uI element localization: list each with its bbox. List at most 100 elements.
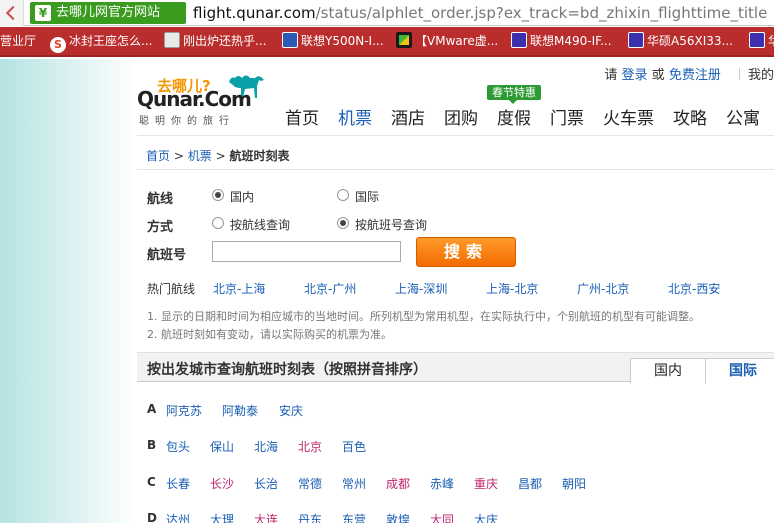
city-link[interactable]: 北海 [254,438,278,455]
search-button[interactable]: 搜索 [416,237,516,267]
mode-by-route-radio[interactable] [212,217,224,229]
city-link[interactable]: 赤峰 [430,475,454,492]
letter-index: B [147,438,157,452]
logo-brand: Qunar.Com [137,87,252,111]
mode-label: 方式 [147,220,174,235]
city-link[interactable]: 包头 [166,438,190,455]
yen-icon: ¥ [35,5,51,21]
nav-item-tickets[interactable]: 门票 [550,104,584,129]
city-link[interactable]: 成都 [386,475,410,492]
my-account-link[interactable]: 我的 [748,68,774,83]
city-section-header: 按出发城市查询航班时刻表（按照拼音排序） 国内 国际 [137,352,774,384]
city-link[interactable]: 重庆 [474,475,498,492]
hot-route-link[interactable]: 上海-深圳 [395,280,447,297]
s-logo-icon: S [50,37,66,53]
city-link[interactable]: 阿勒泰 [222,402,258,419]
back-arrow-icon[interactable] [0,0,24,26]
route-label: 航线 [147,192,174,207]
city-link[interactable]: 朝阳 [562,475,586,492]
flight-number-input[interactable] [212,241,401,262]
city-link[interactable]: 常德 [298,475,322,492]
nav-item-trains[interactable]: 火车票 [603,104,654,129]
lenovo-icon [628,32,644,48]
route-international-label[interactable]: 国际 [355,188,379,205]
city-link[interactable]: 大同 [430,511,454,523]
lenovo-icon [282,32,298,48]
url-path: /status/alphlet_order.jsp?ex_track=bd_zh… [315,4,768,22]
route-domestic-radio[interactable] [212,189,224,201]
letter-index: A [147,402,157,416]
city-link[interactable]: 敦煌 [386,511,410,523]
url-field[interactable]: flight.qunar.com/status/alphlet_order.js… [193,3,767,23]
bookmarks-bar: 营业厅 S 冰封王座怎么... 刚出炉还热乎... 联想Y500N-I... 【V… [0,27,774,57]
bookmark-item[interactable]: 华 [749,27,774,55]
bookmark-item[interactable]: 【VMware虚... [396,27,498,55]
bookmark-item[interactable]: 联想M490-IF... [511,27,612,55]
city-link[interactable]: 安庆 [279,402,303,419]
account-links: 请 登录 或 免费注册 我的 [604,68,774,83]
city-link[interactable]: 阿克苏 [166,402,202,419]
site-title: 去哪儿网官方网站 [56,5,161,20]
breadcrumb-home[interactable]: 首页 [146,149,170,163]
site-identity-chip[interactable]: ¥ 去哪儿网官方网站 [30,2,186,24]
breadcrumb-current: 航班时刻表 [229,149,290,163]
tab-domestic[interactable]: 国内 [630,358,706,384]
letter-index: C [147,475,156,489]
city-section-title: 按出发城市查询航班时刻表（按照拼音排序） [147,362,427,378]
city-link[interactable]: 大连 [254,511,278,523]
bookmark-item[interactable]: 华硕A56XI33... [628,27,733,55]
nav-item-guides[interactable]: 攻略 [673,104,707,129]
hot-route-link[interactable]: 北京-广州 [304,280,356,297]
bookmark-item[interactable]: 营业厅 [0,27,36,55]
city-link[interactable]: 大庆 [474,511,498,523]
city-link[interactable]: 常州 [342,475,366,492]
hot-route-link[interactable]: 北京-上海 [213,280,265,297]
tab-international[interactable]: 国际 [705,358,774,383]
nav-item-vacation[interactable]: 度假 [497,104,531,129]
bookmark-item[interactable]: 刚出炉还热乎... [164,27,266,55]
note-line: 2. 航班时刻如有变动，请以实际购买的机票为准。 [147,328,392,341]
city-link[interactable]: 东营 [342,511,366,523]
nav-item-groupbuy[interactable]: 团购 [444,104,478,129]
nav-item-apartments[interactable]: 公寓 [726,104,760,129]
register-link[interactable]: 免费注册 [669,68,721,83]
breadcrumb-flights[interactable]: 机票 [188,149,212,163]
breadcrumb-divider [137,169,774,170]
nav-item-hotels[interactable]: 酒店 [391,104,425,129]
route-international-radio[interactable] [337,189,349,201]
hot-route-link[interactable]: 上海-北京 [486,280,538,297]
hot-route-link[interactable]: 北京-西安 [668,280,720,297]
breadcrumb: 首页 > 机票 > 航班时刻表 [146,149,290,163]
city-link[interactable]: 昌都 [518,475,542,492]
header-divider [137,135,774,136]
hot-routes-label: 热门航线 [147,282,196,296]
mode-by-flight-radio[interactable] [337,217,349,229]
city-link[interactable]: 大理 [210,511,234,523]
city-link[interactable]: 北京 [298,438,322,455]
flight-number-label: 航班号 [147,248,187,263]
divider [738,68,740,80]
bookmark-item[interactable]: 联想Y500N-I... [282,27,384,55]
bookmark-item[interactable]: S 冰封王座怎么... [50,27,152,55]
mode-by-flight-label[interactable]: 按航班号查询 [355,216,427,233]
city-link[interactable]: 长治 [254,475,278,492]
qunar-logo[interactable]: 去哪儿? Qunar.Com 聪明你的旅行 [137,70,272,128]
route-domestic-label[interactable]: 国内 [230,188,254,205]
city-link[interactable]: 长春 [166,475,190,492]
browser-address-bar: ¥ 去哪儿网官方网站 flight.qunar.com/status/alphl… [0,0,774,26]
generic-page-icon [164,32,180,48]
lenovo-icon [511,32,527,48]
nav-item-flights[interactable]: 机票 [338,104,372,129]
mode-by-route-label[interactable]: 按航线查询 [230,216,290,233]
city-link[interactable]: 丹东 [298,511,322,523]
login-link[interactable]: 登录 [622,68,648,83]
note-line: 1. 显示的日期和时间为相应城市的当地时间。所列机型为常用机型，在实际执行中，个… [147,310,700,323]
hot-route-link[interactable]: 广州-北京 [577,280,629,297]
city-link[interactable]: 长沙 [210,475,234,492]
city-link[interactable]: 保山 [210,438,234,455]
city-link[interactable]: 百色 [342,438,366,455]
festival-badge: 春节特惠 [487,85,541,104]
city-link[interactable]: 达州 [166,511,190,523]
nav-item-home[interactable]: 首页 [285,104,319,129]
letter-index: D [147,511,157,523]
